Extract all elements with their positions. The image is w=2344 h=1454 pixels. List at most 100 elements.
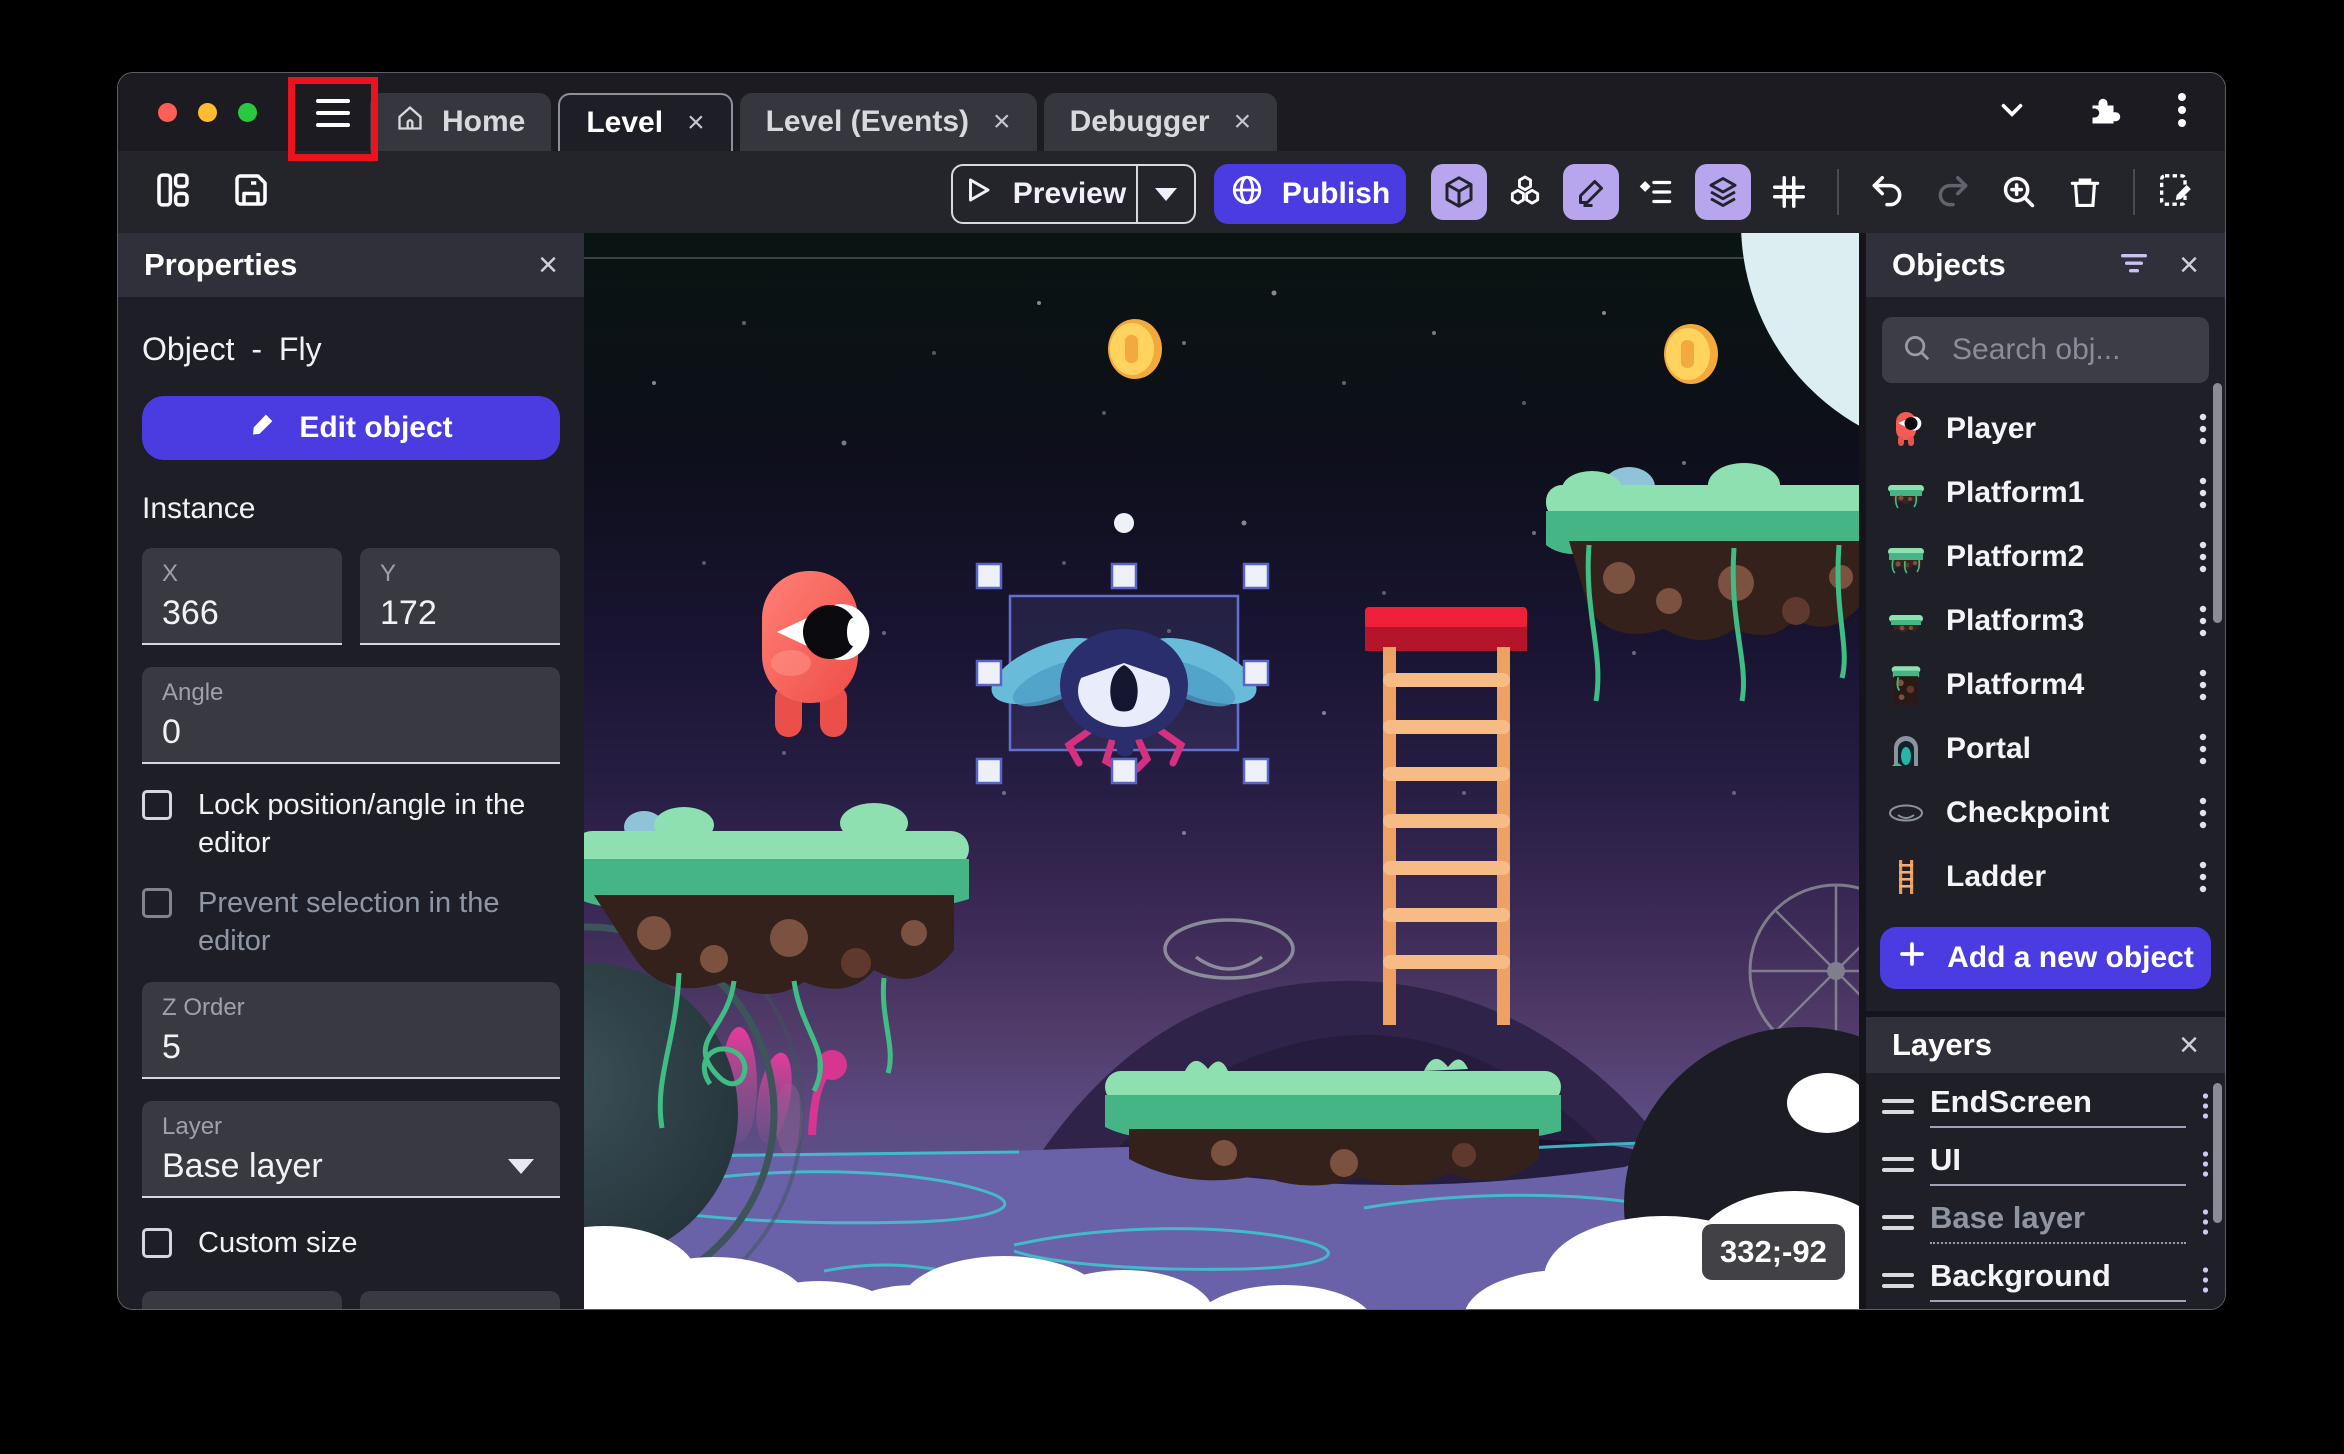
- object-list-item[interactable]: Platform1: [1866, 461, 2225, 525]
- object-list-item[interactable]: Platform2: [1866, 525, 2225, 589]
- layers-panel-icon[interactable]: [1695, 164, 1751, 220]
- tab-close-icon[interactable]: ×: [1234, 105, 1252, 139]
- layer-menu-icon[interactable]: [2202, 1149, 2209, 1179]
- preview-label: Preview: [1012, 177, 1127, 210]
- layer-select[interactable]: Layer Base layer: [142, 1101, 560, 1198]
- plus-icon: [1897, 939, 1927, 977]
- trash-icon[interactable]: [2057, 164, 2113, 220]
- layer-name[interactable]: Background: [1930, 1258, 2186, 1302]
- search-icon: [1902, 333, 1932, 368]
- minimize-window-button[interactable]: [198, 103, 217, 122]
- objects-panel-title: Objects: [1892, 247, 2006, 282]
- drag-handle-icon[interactable]: [1882, 1156, 1914, 1172]
- preview-button[interactable]: Preview: [951, 164, 1196, 224]
- object-list-item[interactable]: Portal: [1866, 717, 2225, 781]
- angle-field[interactable]: Angle 0: [142, 667, 560, 764]
- z-order-field[interactable]: Z Order 5: [142, 982, 560, 1079]
- object-list-item[interactable]: Platform4: [1866, 653, 2225, 717]
- zoom-window-button[interactable]: [238, 103, 257, 122]
- scene-editor-canvas[interactable]: 332;-92: [584, 233, 1861, 1309]
- object-menu-icon[interactable]: [2199, 603, 2207, 639]
- edit-mode-pencil-icon[interactable]: [1563, 164, 1619, 220]
- panel-close-icon[interactable]: ×: [2179, 1026, 2199, 1065]
- edit-scene-properties-icon[interactable]: [2155, 170, 2195, 215]
- publish-button[interactable]: Publish: [1214, 164, 1406, 224]
- add-new-object-button[interactable]: Add a new object: [1880, 927, 2211, 989]
- object-name: Checkpoint: [1946, 796, 2110, 829]
- drag-handle-icon[interactable]: [1882, 1098, 1914, 1114]
- tab-debugger[interactable]: Debugger ×: [1043, 93, 1278, 151]
- object-name: Player: [1946, 412, 2037, 445]
- window-controls: [158, 103, 257, 122]
- edit-object-label: Edit object: [299, 411, 453, 444]
- undo-icon[interactable]: [1859, 164, 1915, 220]
- object-list-item[interactable]: Ladder: [1866, 845, 2225, 909]
- instances-list-icon[interactable]: [1629, 164, 1685, 220]
- layer-list-item[interactable]: EndScreen: [1866, 1077, 2225, 1135]
- layer-menu-icon[interactable]: [2202, 1265, 2209, 1295]
- x-position-field[interactable]: X 366: [142, 548, 342, 645]
- objects-search-input[interactable]: [1950, 332, 2170, 368]
- edit-object-button[interactable]: Edit object: [142, 396, 560, 460]
- objects-search-box[interactable]: [1882, 317, 2209, 383]
- object-thumbnail: [1884, 727, 1928, 771]
- object-menu-icon[interactable]: [2199, 539, 2207, 575]
- add-new-object-label: Add a new object: [1947, 941, 2194, 974]
- drag-handle-icon[interactable]: [1882, 1214, 1914, 1230]
- tab-close-icon[interactable]: ×: [687, 106, 705, 140]
- tab-level[interactable]: Level ×: [558, 93, 733, 151]
- coin-sprite[interactable]: [1108, 319, 1162, 379]
- filter-icon[interactable]: [2119, 251, 2149, 280]
- object-menu-icon[interactable]: [2199, 475, 2207, 511]
- layer-list-item[interactable]: Background: [1866, 1251, 2225, 1309]
- objects-scrollbar[interactable]: [2213, 383, 2222, 623]
- save-icon[interactable]: [230, 169, 272, 216]
- toggle-3d-view-icon[interactable]: [1431, 164, 1487, 220]
- panel-close-icon[interactable]: ×: [538, 246, 558, 285]
- object-list-item[interactable]: Checkpoint: [1866, 781, 2225, 845]
- custom-size-checkbox[interactable]: Custom size: [142, 1224, 560, 1262]
- layer-name[interactable]: Base layer: [1930, 1200, 2186, 1244]
- drag-handle-icon[interactable]: [1882, 1272, 1914, 1288]
- platform-sprite[interactable]: [1105, 1058, 1561, 1186]
- object-thumbnail: [1884, 471, 1928, 515]
- selected-object-label: Object - Fly: [142, 331, 322, 367]
- object-menu-icon[interactable]: [2199, 859, 2207, 895]
- extensions-puzzle-icon[interactable]: [2085, 92, 2121, 133]
- cursor-coordinates-tooltip: 332;-92: [1702, 1224, 1845, 1280]
- coin-sprite[interactable]: [1664, 324, 1718, 384]
- object-thumbnail: [1884, 791, 1928, 835]
- tab-home[interactable]: Home: [370, 93, 552, 151]
- tab-close-icon[interactable]: ×: [993, 105, 1011, 139]
- layer-menu-icon[interactable]: [2202, 1091, 2209, 1121]
- chevron-down-icon[interactable]: [1995, 93, 2029, 132]
- layer-list-item[interactable]: Base layer: [1866, 1193, 2225, 1251]
- grid-icon[interactable]: [1761, 164, 1817, 220]
- layer-name[interactable]: EndScreen: [1930, 1084, 2186, 1128]
- layer-name[interactable]: UI: [1930, 1142, 2186, 1186]
- object-list-item[interactable]: Player: [1866, 397, 2225, 461]
- tab-bar: Home Level × Level (Events) × Debugger ×: [370, 93, 1278, 151]
- object-menu-icon[interactable]: [2199, 667, 2207, 703]
- close-window-button[interactable]: [158, 103, 177, 122]
- redo-icon[interactable]: [1925, 164, 1981, 220]
- layers-panel: Layers × EndScreen UI Base layer Backgro…: [1866, 1017, 2225, 1309]
- annotation-highlight-box: [288, 77, 378, 161]
- layer-list-item[interactable]: UI: [1866, 1135, 2225, 1193]
- layers-scrollbar[interactable]: [2213, 1083, 2222, 1223]
- objects-list-icon[interactable]: [1497, 164, 1553, 220]
- zoom-in-icon[interactable]: [1991, 164, 2047, 220]
- tab-level-events[interactable]: Level (Events) ×: [739, 93, 1037, 151]
- panel-close-icon[interactable]: ×: [2179, 246, 2199, 285]
- object-menu-icon[interactable]: [2199, 731, 2207, 767]
- kebab-menu-icon[interactable]: [2177, 91, 2187, 134]
- prevent-selection-checkbox[interactable]: Prevent selection in the editor: [142, 884, 560, 960]
- object-list-item[interactable]: Platform3: [1866, 589, 2225, 653]
- panels-layout-icon[interactable]: [152, 169, 194, 216]
- lock-position-checkbox[interactable]: Lock position/angle in the editor: [142, 786, 560, 862]
- preview-options-dropdown[interactable]: [1136, 166, 1194, 222]
- layer-menu-icon[interactable]: [2202, 1207, 2209, 1237]
- object-menu-icon[interactable]: [2199, 795, 2207, 831]
- y-position-field[interactable]: Y 172: [360, 548, 560, 645]
- object-menu-icon[interactable]: [2199, 411, 2207, 447]
